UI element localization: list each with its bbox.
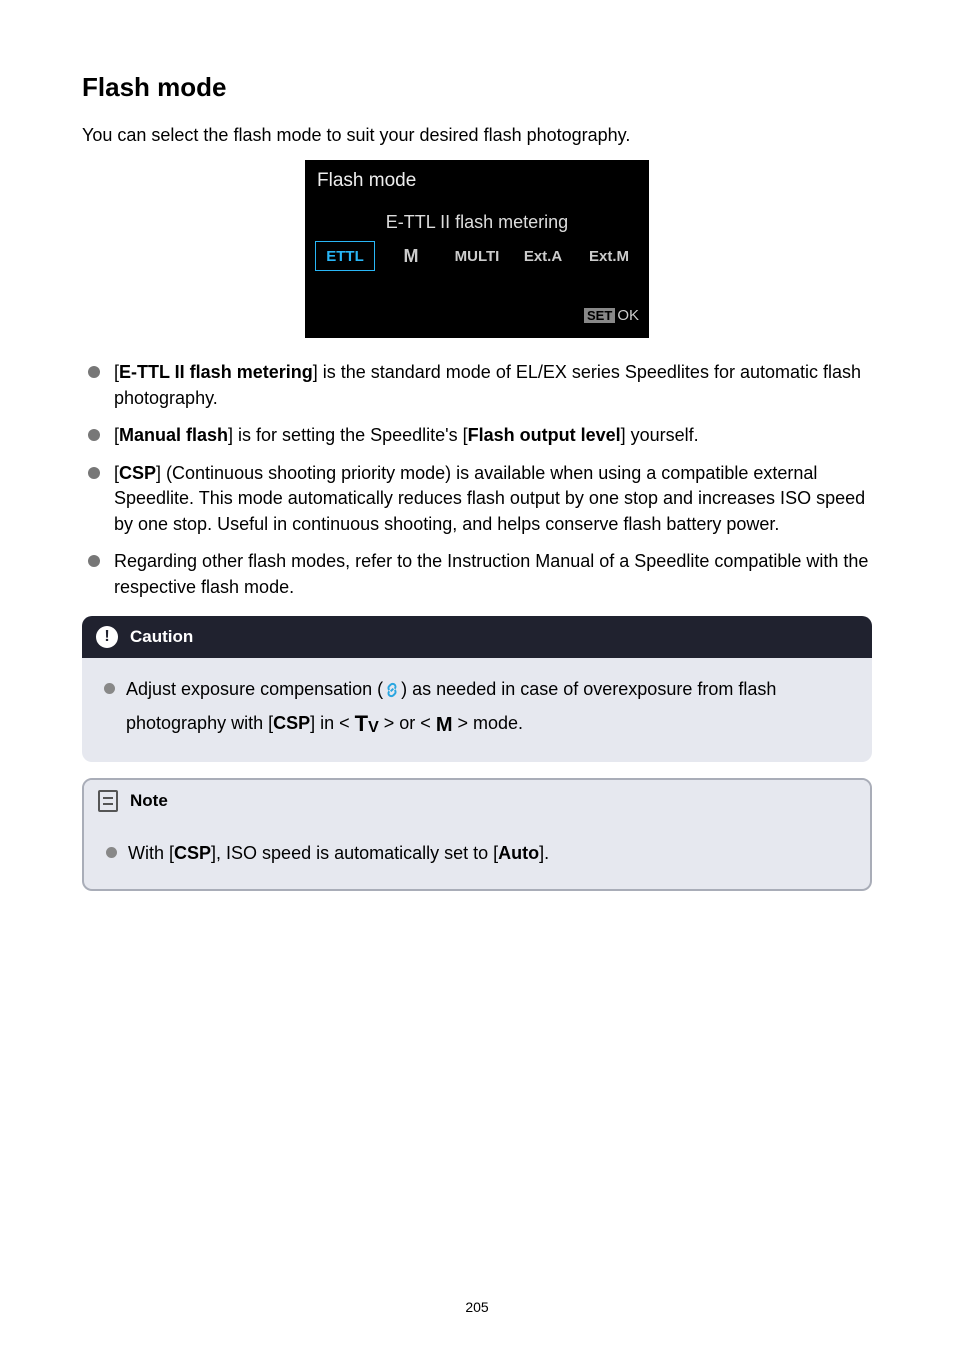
page-number: 205	[0, 1299, 954, 1315]
tv-mode-icon: TV	[355, 714, 379, 736]
camera-mode-row: ETTL M MULTI Ext.A Ext.M	[307, 241, 647, 305]
intro-text: You can select the flash mode to suit yo…	[82, 125, 872, 146]
caution-item: Adjust exposure compensation () as neede…	[100, 674, 854, 742]
link-icon[interactable]	[383, 681, 401, 699]
camera-screen-title: Flash mode	[307, 162, 647, 212]
caution-header: ! Caution	[82, 616, 872, 658]
camera-menu-screenshot: Flash mode E-TTL II flash metering ETTL …	[305, 160, 649, 338]
camera-option-m: M	[381, 241, 441, 271]
camera-set-ok: SETOK	[307, 305, 647, 328]
list-item: [Manual flash] is for setting the Speedl…	[82, 423, 872, 449]
list-item: [E-TTL II flash metering] is the standar…	[82, 360, 872, 411]
list-item: Regarding other flash modes, refer to th…	[82, 549, 872, 600]
m-mode-icon: M	[436, 714, 453, 736]
main-bullet-list: [E-TTL II flash metering] is the standar…	[82, 360, 872, 600]
note-callout: Note With [CSP], ISO speed is automatica…	[82, 778, 872, 891]
note-item: With [CSP], ISO speed is automatically s…	[102, 838, 852, 869]
ok-label: OK	[617, 307, 639, 324]
note-header: Note	[84, 780, 870, 822]
camera-mode-label: E-TTL II flash metering	[307, 212, 647, 241]
caution-icon: !	[96, 626, 118, 648]
camera-option-multi: MULTI	[447, 241, 507, 271]
list-item: [CSP] (Continuous shooting priority mode…	[82, 461, 872, 538]
section-heading: Flash mode	[82, 72, 872, 103]
note-icon	[98, 790, 118, 812]
set-label: SET	[584, 308, 615, 323]
note-title: Note	[130, 791, 168, 811]
caution-callout: ! Caution Adjust exposure compensation (…	[82, 616, 872, 762]
camera-option-ettl: ETTL	[315, 241, 375, 271]
camera-option-exta: Ext.A	[513, 241, 573, 271]
caution-title: Caution	[130, 627, 193, 647]
camera-option-extm: Ext.M	[579, 241, 639, 271]
